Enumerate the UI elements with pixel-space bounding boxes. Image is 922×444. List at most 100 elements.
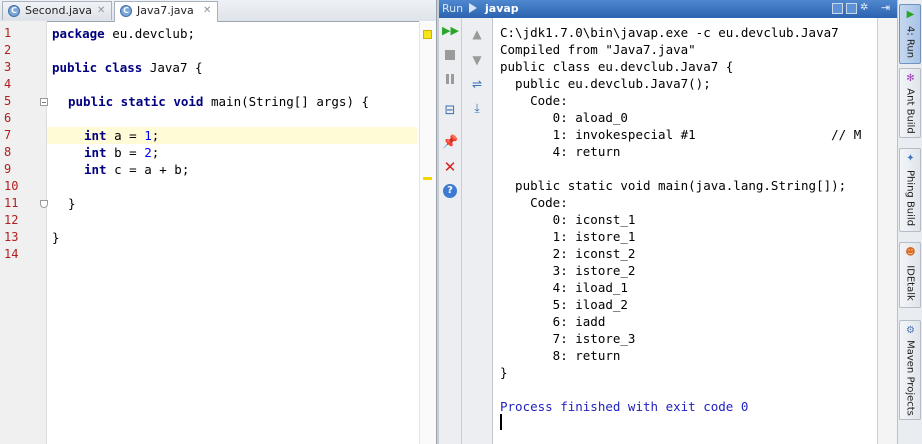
tab-second-java[interactable]: C Second.java ✕ xyxy=(2,1,112,20)
console-line: 7: istore_3 xyxy=(500,331,636,346)
side-tab-idetalk[interactable]: ☻ IDEtalk xyxy=(899,242,921,308)
tab-label: Second.java xyxy=(25,4,93,17)
console-line: 0: aload_0 xyxy=(500,110,628,125)
maven-icon: ⚙ xyxy=(906,325,915,336)
fold-marker-icon[interactable] xyxy=(40,98,48,106)
line-number-gutter[interactable]: 1 2 3 4 5 6 7 8 9 10 11 12 13 14 xyxy=(0,21,48,444)
console-line: 8: return xyxy=(500,348,621,363)
code-text: b = xyxy=(106,145,145,160)
code-line-5[interactable]: public static void main(String[] args) { xyxy=(68,93,369,110)
code-line-3[interactable]: public class Java7 { xyxy=(52,59,203,76)
soft-wrap-icon[interactable]: ⇌ xyxy=(469,76,485,92)
console-line: public static void main(java.lang.String… xyxy=(500,178,847,193)
console-line: 0: iconst_1 xyxy=(500,212,636,227)
float-icon[interactable] xyxy=(846,3,857,14)
keyword: int xyxy=(84,128,107,143)
inspection-status-icon[interactable] xyxy=(423,30,432,39)
tab-java7-java[interactable]: C Java7.java ✕ xyxy=(114,1,218,22)
code-text: Java7 { xyxy=(142,60,203,75)
pause-icon[interactable] xyxy=(442,71,458,87)
editor-pane: C Second.java ✕ C Java7.java ✕ 1 2 3 4 5… xyxy=(0,0,436,444)
scroll-to-end-icon[interactable]: ⤓ xyxy=(469,100,485,116)
line-number: 3 xyxy=(4,60,12,74)
side-tab-run[interactable]: ▶ 4: Run xyxy=(899,4,921,64)
code-line-7[interactable]: int a = 1; xyxy=(84,127,159,144)
settings-icon[interactable]: ✲ xyxy=(860,3,871,14)
console-line: public eu.devclub.Java7(); xyxy=(500,76,711,91)
console-line: 4: iload_1 xyxy=(500,280,628,295)
run-console-output[interactable]: C:\jdk1.7.0\bin\javap.exe -c eu.devclub.… xyxy=(493,18,877,444)
console-scrollbar[interactable] xyxy=(877,18,898,444)
code-line-1[interactable]: package eu.devclub; xyxy=(52,25,195,42)
run-panel-header: Run javap ✲ ⇥ xyxy=(439,0,897,18)
console-line: 5: iload_2 xyxy=(500,297,628,312)
side-tab-maven-projects[interactable]: ⚙ Maven Projects xyxy=(899,320,921,420)
pin-tab-icon[interactable]: 📌 xyxy=(442,135,458,151)
line-number: 9 xyxy=(4,162,12,176)
run-panel-label: Run xyxy=(442,2,464,15)
keyword: int xyxy=(84,162,107,177)
fold-end-marker-icon[interactable] xyxy=(40,200,48,208)
line-number: 11 xyxy=(4,196,19,210)
console-line: C:\jdk1.7.0\bin\javap.exe -c eu.devclub.… xyxy=(500,25,839,40)
console-line: 6: iadd xyxy=(500,314,606,329)
help-icon[interactable]: ? xyxy=(442,183,458,199)
line-number: 7 xyxy=(4,128,12,142)
close-tab-icon[interactable]: ✕ xyxy=(97,2,105,20)
run-config-name[interactable]: javap xyxy=(485,0,519,17)
close-tab-icon[interactable]: ✕ xyxy=(203,2,211,20)
number-literal: 2 xyxy=(144,145,152,160)
line-number: 10 xyxy=(4,179,19,193)
code-text: eu.devclub; xyxy=(104,26,195,41)
console-line: Compiled from "Java7.java" xyxy=(500,42,696,57)
console-line: 3: istore_2 xyxy=(500,263,636,278)
code-text: a = xyxy=(106,128,145,143)
hide-panel-icon[interactable]: ⇥ xyxy=(881,2,892,14)
code-line-9[interactable]: int c = a + b; xyxy=(84,161,189,178)
line-number: 5 xyxy=(4,94,12,108)
console-line: } xyxy=(500,365,508,380)
right-tool-window-strip: ▶ 4: Run ✻ Ant Build ✦ Phing Build ☻ IDE… xyxy=(897,0,922,444)
editor-tab-bar: C Second.java ✕ C Java7.java ✕ xyxy=(0,0,436,22)
console-line: 2: iconst_2 xyxy=(500,246,636,261)
warning-marker[interactable] xyxy=(423,177,432,180)
layout-icon[interactable] xyxy=(832,3,843,14)
side-tab-label: 4: Run xyxy=(904,25,916,59)
java-class-icon: C xyxy=(8,5,20,17)
code-text: c = a + b; xyxy=(106,162,190,177)
stop-icon[interactable] xyxy=(442,47,458,63)
keyword: int xyxy=(84,145,107,160)
line-number: 2 xyxy=(4,43,12,57)
keyword: package xyxy=(52,26,105,41)
side-tab-ant-build[interactable]: ✻ Ant Build xyxy=(899,68,921,138)
console-line: Code: xyxy=(500,93,568,108)
code-line-8[interactable]: int b = 2; xyxy=(84,144,159,161)
run-console-toolbar: ▲ ▼ ⇌ ⤓ xyxy=(462,18,493,444)
close-run-icon[interactable]: ✕ xyxy=(442,159,458,175)
run-primary-toolbar: ▶▶ ⊟ 📌 ✕ ? xyxy=(439,18,462,444)
tab-label: Java7.java xyxy=(137,4,194,17)
code-text: ; xyxy=(151,128,160,143)
side-tab-label: Ant Build xyxy=(904,88,916,134)
console-line: 1: istore_1 xyxy=(500,229,636,244)
keyword: public static void xyxy=(68,94,204,109)
error-stripe[interactable] xyxy=(419,21,436,444)
side-tab-phing-build[interactable]: ✦ Phing Build xyxy=(899,148,921,232)
code-text: main(String[] args) { xyxy=(203,94,370,109)
ant-icon: ✻ xyxy=(906,73,915,84)
line-number: 6 xyxy=(4,111,12,125)
side-tab-label: IDEtalk xyxy=(904,265,916,301)
scroll-up-icon[interactable]: ▲ xyxy=(469,26,485,42)
dump-threads-icon[interactable]: ⊟ xyxy=(442,103,458,119)
rerun-icon[interactable]: ▶▶ xyxy=(442,23,459,39)
line-number: 14 xyxy=(4,247,19,261)
side-tab-label: Maven Projects xyxy=(904,340,916,416)
process-exit-message: Process finished with exit code 0 xyxy=(500,399,749,414)
scroll-down-icon[interactable]: ▼ xyxy=(469,52,485,68)
java-class-run-icon: C xyxy=(120,5,132,17)
console-line: Code: xyxy=(500,195,568,210)
run-config-icon xyxy=(469,3,477,13)
code-line-13[interactable]: } xyxy=(52,229,60,246)
code-line-11[interactable]: } xyxy=(68,195,76,212)
run-icon: ▶ xyxy=(906,9,915,20)
